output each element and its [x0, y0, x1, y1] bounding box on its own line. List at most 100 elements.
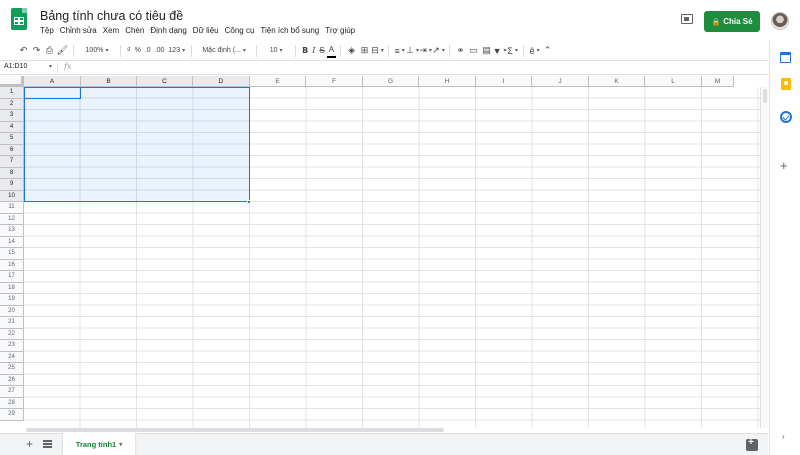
row-header[interactable]: 17: [0, 271, 24, 283]
row-header[interactable]: 12: [0, 213, 24, 225]
menu-data[interactable]: Dữ liệu: [190, 26, 222, 35]
active-cell[interactable]: [24, 87, 81, 99]
select-all-corner[interactable]: [0, 76, 24, 87]
spreadsheet-grid[interactable]: ABCDEFGHIJKLM 1 2 3 4 5 6 7 8 9 10 11 12 13 14 15 16 17 1…: [0, 76, 768, 428]
increase-decimal-button[interactable]: .00: [153, 43, 167, 58]
text-wrap-icon[interactable]: ⇥: [419, 43, 432, 58]
row-header[interactable]: 24: [0, 351, 24, 363]
menu-help[interactable]: Trợ giúp: [322, 26, 358, 35]
explore-icon[interactable]: [746, 437, 758, 451]
text-rotation-icon[interactable]: ↗: [432, 43, 445, 58]
row-header[interactable]: 7: [0, 156, 24, 168]
row-header[interactable]: 15: [0, 248, 24, 260]
column-header[interactable]: F: [306, 76, 363, 87]
tasks-icon[interactable]: [780, 111, 792, 123]
column-header[interactable]: J: [532, 76, 589, 87]
percent-format-button[interactable]: %: [133, 43, 143, 58]
vertical-scrollbar[interactable]: [760, 87, 768, 428]
row-header[interactable]: 11: [0, 202, 24, 214]
row-header[interactable]: 28: [0, 397, 24, 409]
filter-icon[interactable]: ▼: [493, 43, 506, 58]
comment-history-icon[interactable]: [681, 14, 693, 24]
strikethrough-button[interactable]: S: [317, 43, 326, 58]
redo-icon[interactable]: ↷: [30, 43, 43, 58]
italic-button[interactable]: I: [310, 43, 317, 58]
row-header[interactable]: 1: [0, 87, 24, 99]
row-header[interactable]: 23: [0, 340, 24, 352]
column-header[interactable]: I: [476, 76, 532, 87]
menu-view[interactable]: Xem: [100, 26, 122, 35]
row-header[interactable]: 6: [0, 144, 24, 156]
input-tools-icon[interactable]: ê: [528, 43, 541, 58]
fill-handle[interactable]: [247, 200, 251, 204]
column-header[interactable]: L: [645, 76, 702, 87]
row-header[interactable]: 2: [0, 98, 24, 110]
row-header[interactable]: 20: [0, 305, 24, 317]
row-header[interactable]: 19: [0, 294, 24, 306]
row-header[interactable]: 22: [0, 328, 24, 340]
sheet-tab[interactable]: Trang tính1 ▾: [63, 433, 135, 455]
menu-edit[interactable]: Chỉnh sửa: [57, 26, 100, 35]
menu-addons[interactable]: Tiện ích bổ sung: [257, 26, 322, 35]
column-header[interactable]: C: [137, 76, 193, 87]
row-header[interactable]: 10: [0, 190, 24, 202]
keep-icon[interactable]: [781, 78, 791, 90]
column-header[interactable]: D: [193, 76, 250, 87]
vertical-align-icon[interactable]: ⊥: [406, 43, 419, 58]
menu-tools[interactable]: Công cụ: [222, 26, 258, 35]
decrease-decimal-button[interactable]: .0: [143, 43, 153, 58]
column-header[interactable]: H: [419, 76, 476, 87]
row-header[interactable]: 27: [0, 386, 24, 398]
menu-insert[interactable]: Chèn: [122, 26, 147, 35]
column-header[interactable]: M: [702, 76, 734, 87]
row-header[interactable]: 21: [0, 317, 24, 329]
name-box-dropdown-icon[interactable]: ▾: [49, 63, 52, 70]
row-header[interactable]: 26: [0, 374, 24, 386]
number-format-select[interactable]: 123: [166, 43, 187, 58]
currency-format-button[interactable]: ₫: [125, 43, 133, 58]
insert-chart-icon[interactable]: ▤: [480, 43, 493, 58]
paint-format-icon[interactable]: 🖌: [56, 43, 69, 58]
calendar-icon[interactable]: [780, 52, 791, 63]
font-select[interactable]: Mặc định (...: [196, 43, 252, 58]
row-header[interactable]: 5: [0, 133, 24, 145]
name-box[interactable]: A1:D10: [4, 63, 27, 70]
column-header[interactable]: A: [24, 76, 81, 87]
row-header[interactable]: 16: [0, 259, 24, 271]
bold-button[interactable]: B: [300, 43, 310, 58]
row-header[interactable]: 29: [0, 409, 24, 421]
row-header[interactable]: 8: [0, 167, 24, 179]
print-icon[interactable]: ⎙: [43, 43, 56, 58]
functions-icon[interactable]: Σ: [506, 43, 519, 58]
horizontal-scrollbar-thumb[interactable]: [26, 428, 444, 432]
all-sheets-menu-icon[interactable]: [43, 440, 52, 448]
row-header[interactable]: 25: [0, 363, 24, 375]
text-color-button[interactable]: A: [326, 43, 337, 58]
add-sheet-button[interactable]: +: [26, 437, 33, 451]
collapse-menu-icon[interactable]: ⌃: [541, 43, 554, 58]
chevron-down-icon[interactable]: ▾: [119, 441, 122, 448]
insert-comment-icon[interactable]: ▭: [467, 43, 480, 58]
expand-side-panel-icon[interactable]: ›: [782, 432, 785, 441]
menu-file[interactable]: Tệp: [40, 26, 57, 35]
share-button[interactable]: 🔒 Chia Sẻ: [704, 11, 760, 32]
undo-icon[interactable]: ↶: [17, 43, 30, 58]
star-icon[interactable]: ☆: [167, 8, 178, 22]
row-header[interactable]: 3: [0, 110, 24, 122]
merge-cells-icon[interactable]: ⊟: [371, 43, 384, 58]
get-addons-icon[interactable]: +: [780, 158, 788, 173]
column-header[interactable]: E: [250, 76, 306, 87]
row-header[interactable]: 4: [0, 121, 24, 133]
insert-link-icon[interactable]: ⚭: [454, 43, 467, 58]
borders-icon[interactable]: ⊞: [358, 43, 371, 58]
sheets-logo-icon[interactable]: [11, 8, 27, 30]
document-title[interactable]: Bảng tính chưa có tiêu đề: [40, 9, 183, 23]
row-header[interactable]: 18: [0, 282, 24, 294]
row-header[interactable]: 14: [0, 236, 24, 248]
column-header[interactable]: K: [589, 76, 645, 87]
horizontal-align-icon[interactable]: ≡: [393, 43, 406, 58]
row-header[interactable]: 9: [0, 179, 24, 191]
fill-color-icon[interactable]: ◈: [345, 43, 358, 58]
menu-format[interactable]: Định dạng: [147, 26, 189, 35]
column-header[interactable]: G: [363, 76, 419, 87]
